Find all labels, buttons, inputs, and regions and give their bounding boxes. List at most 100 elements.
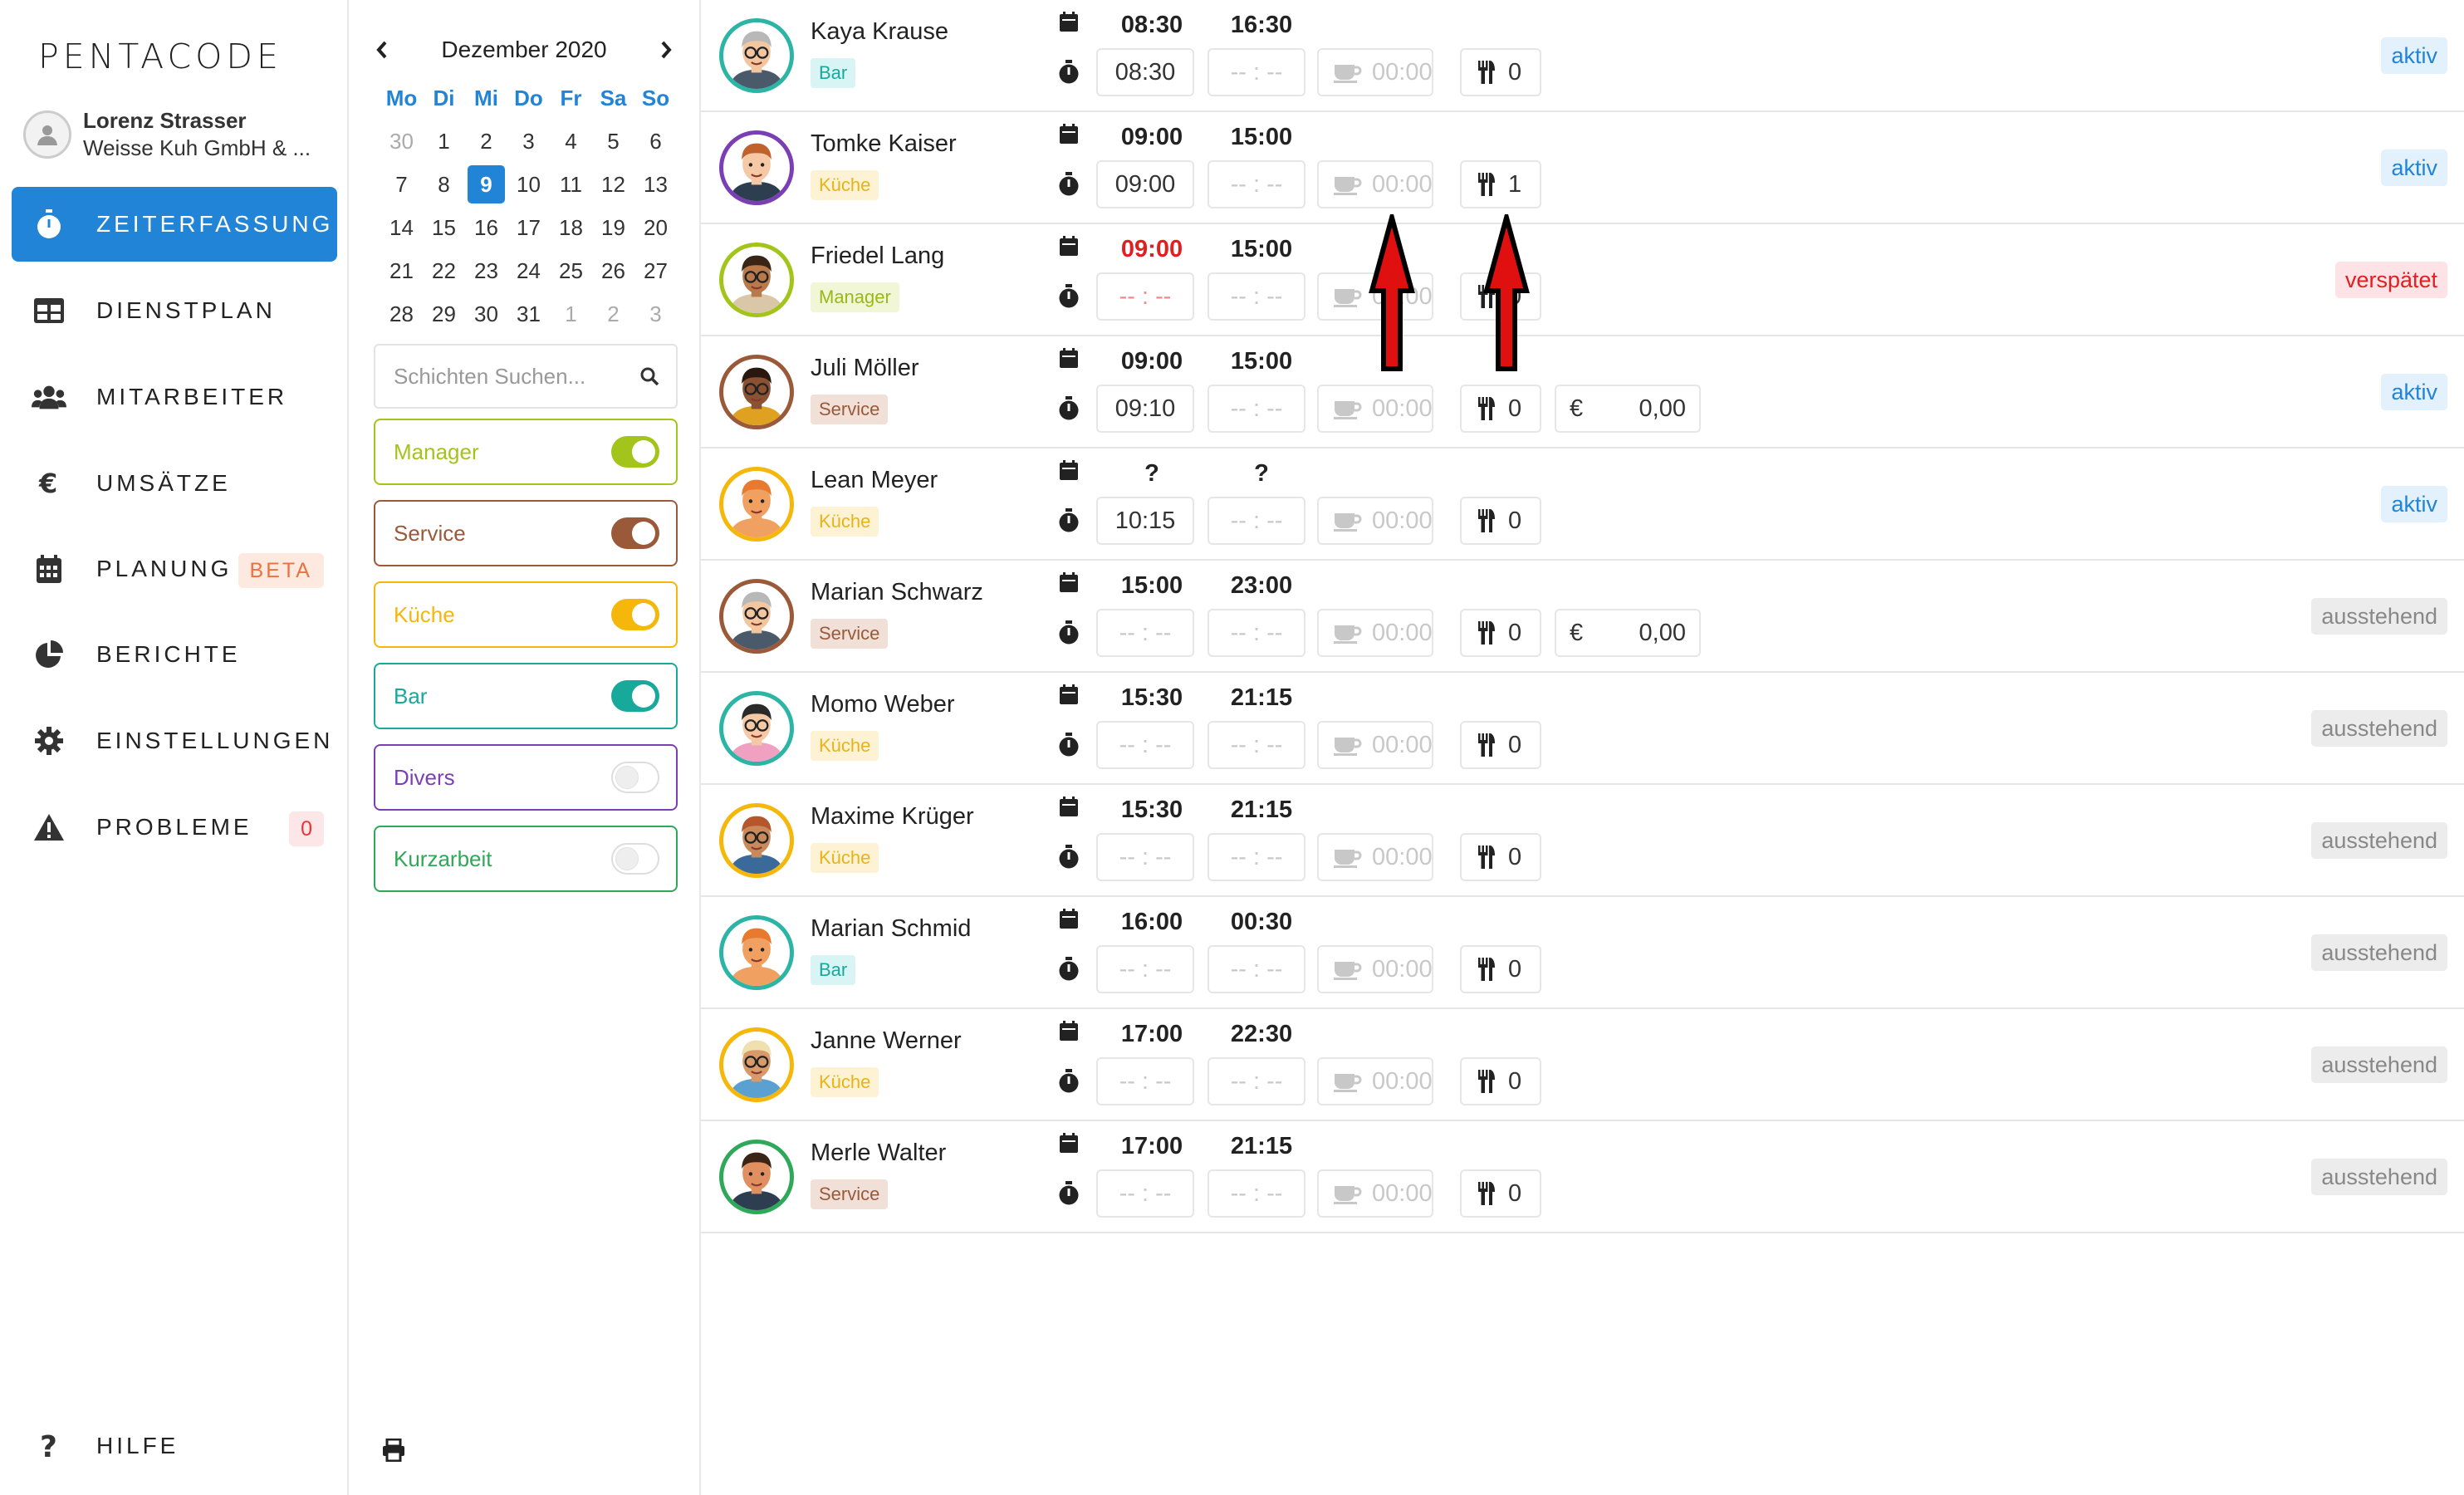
employee-row[interactable]: Marian Schmid Bar 16:00 00:30 -- : -- -- : --…	[701, 897, 2464, 1009]
employee-row[interactable]: Janne Werner Küche 17:00 22:30 -- : -- -- : -…	[701, 1009, 2464, 1121]
filter-toggle[interactable]	[611, 843, 659, 875]
meals-input[interactable]: 0	[1460, 1169, 1541, 1218]
calendar-day[interactable]: 29	[423, 292, 465, 336]
calendar-day[interactable]: 15	[423, 206, 465, 249]
calendar-day[interactable]: 7	[380, 163, 423, 206]
break-input[interactable]: 00:00	[1317, 833, 1433, 881]
filter-toggle[interactable]	[611, 436, 659, 468]
clock-out-input[interactable]: -- : --	[1208, 48, 1305, 96]
calendar-day[interactable]: 26	[592, 249, 634, 292]
calendar-day[interactable]: 31	[507, 292, 550, 336]
calendar-day[interactable]: 25	[550, 249, 592, 292]
employee-row[interactable]: Kaya Krause Bar 08:30 16:30 08:30 -- : -- 00:0…	[701, 0, 2464, 112]
nav-umsaetze[interactable]: € UMSÄTZE	[12, 446, 337, 521]
calendar-day[interactable]: 30	[380, 120, 423, 163]
calendar-day[interactable]: 27	[634, 249, 677, 292]
break-input[interactable]: 00:00	[1317, 48, 1433, 96]
calendar-day[interactable]: 13	[634, 163, 677, 206]
prev-month-button[interactable]	[365, 33, 399, 66]
calendar-day[interactable]: 18	[550, 206, 592, 249]
revenue-input[interactable]: €0,00	[1555, 609, 1701, 657]
filter-kurzarbeit[interactable]: Kurzarbeit	[374, 826, 678, 892]
calendar-day[interactable]: 8	[423, 163, 465, 206]
calendar-day[interactable]: 3	[507, 120, 550, 163]
calendar-day[interactable]: 10	[507, 163, 550, 206]
meals-input[interactable]: 0	[1460, 48, 1541, 96]
pentacode-logo[interactable]: PENTACODE	[38, 37, 282, 76]
employee-row[interactable]: Juli Möller Service 09:00 15:00 09:10 -- : --…	[701, 336, 2464, 448]
print-button[interactable]	[382, 1439, 405, 1462]
calendar-day[interactable]: 16	[465, 206, 507, 249]
filter-divers[interactable]: Divers	[374, 744, 678, 811]
clock-in-input[interactable]: -- : --	[1096, 609, 1194, 657]
calendar-day[interactable]: 2	[592, 292, 634, 336]
calendar-day[interactable]: 6	[634, 120, 677, 163]
filter-manager[interactable]: Manager	[374, 419, 678, 485]
clock-out-input[interactable]: -- : --	[1208, 497, 1305, 545]
employee-row[interactable]: Merle Walter Service 17:00 21:15 -- : -- -- :…	[701, 1121, 2464, 1233]
clock-out-input[interactable]: -- : --	[1208, 160, 1305, 208]
calendar-day-selected[interactable]: 9	[468, 165, 505, 203]
meals-input[interactable]: 0	[1460, 833, 1541, 881]
filter-toggle[interactable]	[611, 680, 659, 712]
clock-in-input[interactable]: -- : --	[1096, 1057, 1194, 1105]
nav-einstellungen[interactable]: EINSTELLUNGEN	[12, 703, 337, 778]
clock-out-input[interactable]: -- : --	[1208, 272, 1305, 321]
filter-küche[interactable]: Küche	[374, 581, 678, 648]
nav-zeiterfassung[interactable]: ZEITERFASSUNG	[12, 187, 337, 262]
calendar-day[interactable]: 14	[380, 206, 423, 249]
calendar-day[interactable]: 30	[465, 292, 507, 336]
employee-row[interactable]: Momo Weber Küche 15:30 21:15 -- : -- -- : -- 0…	[701, 673, 2464, 785]
employee-row[interactable]: Maxime Krüger Küche 15:30 21:15 -- : -- -- : …	[701, 785, 2464, 897]
calendar-day[interactable]: 22	[423, 249, 465, 292]
employee-row[interactable]: Lean Meyer Küche?? 10:15 -- : -- 00:00 0 aktiv	[701, 448, 2464, 561]
nav-dienstplan[interactable]: DIENSTPLAN	[12, 273, 337, 348]
filter-bar[interactable]: Bar	[374, 663, 678, 729]
calendar-day[interactable]: 1	[423, 120, 465, 163]
meals-input[interactable]: 0	[1460, 945, 1541, 993]
calendar-day[interactable]: 17	[507, 206, 550, 249]
calendar-day[interactable]: 4	[550, 120, 592, 163]
calendar-day[interactable]: 5	[592, 120, 634, 163]
next-month-button[interactable]	[649, 33, 683, 66]
calendar-day[interactable]: 19	[592, 206, 634, 249]
meals-input[interactable]: 0	[1460, 609, 1541, 657]
break-input[interactable]: 00:00	[1317, 721, 1433, 769]
nav-hilfe[interactable]: ? HILFE	[12, 1409, 337, 1483]
calendar-day[interactable]: 12	[592, 163, 634, 206]
revenue-input[interactable]: €0,00	[1555, 385, 1701, 433]
calendar-day[interactable]: 28	[380, 292, 423, 336]
employee-row[interactable]: Friedel Lang Manager 09:00 15:00 -- : -- -- :…	[701, 224, 2464, 336]
clock-out-input[interactable]: -- : --	[1208, 1057, 1305, 1105]
clock-in-input[interactable]: -- : --	[1096, 1169, 1194, 1218]
calendar-day[interactable]: 11	[550, 163, 592, 206]
break-input[interactable]: 00:00	[1317, 1169, 1433, 1218]
meals-input[interactable]: 0	[1460, 721, 1541, 769]
clock-out-input[interactable]: -- : --	[1208, 721, 1305, 769]
calendar-day[interactable]: 23	[465, 249, 507, 292]
break-input[interactable]: 00:00	[1317, 945, 1433, 993]
break-input[interactable]: 00:00	[1317, 609, 1433, 657]
clock-in-input[interactable]: 10:15	[1096, 497, 1194, 545]
meals-input[interactable]: 1	[1460, 160, 1541, 208]
user-profile[interactable]: Lorenz Strasser Weisse Kuh GmbH & ...	[23, 108, 311, 161]
clock-out-input[interactable]: -- : --	[1208, 1169, 1305, 1218]
clock-in-input[interactable]: 09:10	[1096, 385, 1194, 433]
calendar-day[interactable]: 1	[550, 292, 592, 336]
employee-row[interactable]: Tomke Kaiser Küche 09:00 15:00 09:00 -- : -- 0…	[701, 112, 2464, 224]
calendar-day[interactable]: 3	[634, 292, 677, 336]
break-input[interactable]: 00:00	[1317, 160, 1433, 208]
shift-search-input[interactable]: Schichten Suchen...	[374, 344, 678, 409]
clock-in-input[interactable]: -- : --	[1096, 833, 1194, 881]
calendar-day[interactable]: 24	[507, 249, 550, 292]
clock-in-input[interactable]: -- : --	[1096, 945, 1194, 993]
meals-input[interactable]: 0	[1460, 1057, 1541, 1105]
clock-out-input[interactable]: -- : --	[1208, 945, 1305, 993]
calendar-day[interactable]: 21	[380, 249, 423, 292]
break-input[interactable]: 00:00	[1317, 497, 1433, 545]
nav-mitarbeiter[interactable]: MITARBEITER	[12, 360, 337, 434]
nav-berichte[interactable]: BERICHTE	[12, 617, 337, 692]
clock-in-input[interactable]: 08:30	[1096, 48, 1194, 96]
break-input[interactable]: 00:00	[1317, 385, 1433, 433]
clock-out-input[interactable]: -- : --	[1208, 833, 1305, 881]
